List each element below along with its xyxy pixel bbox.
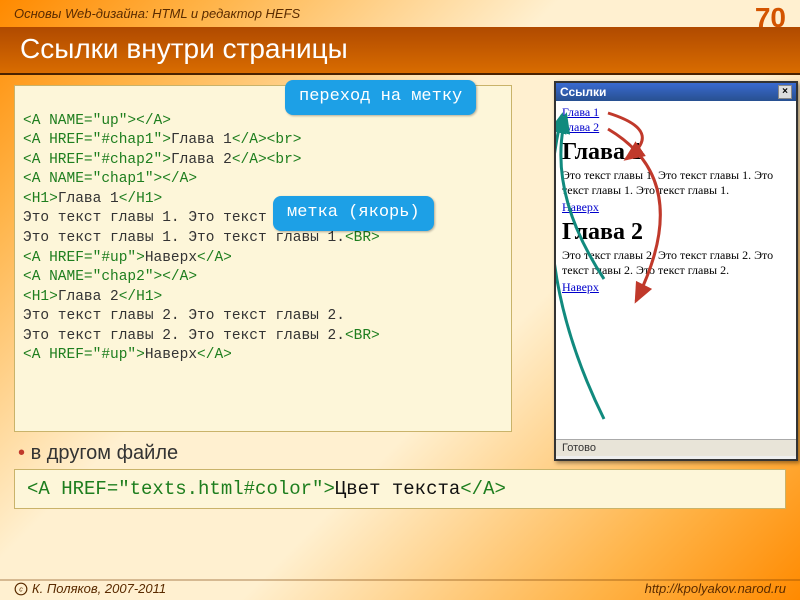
preview-h1-chap2: Глава 2 — [562, 219, 790, 246]
code-block-secondary: <A HREF="texts.html#color">Цвет текста</… — [14, 469, 786, 509]
callout-transition: переход на метку — [285, 80, 476, 115]
browser-title: Ссылки — [560, 85, 606, 99]
callout-anchor: метка (якорь) — [273, 196, 434, 231]
code-block-main: <A NAME="up"></A> <A HREF="#chap1">Глава… — [14, 85, 512, 432]
author-label: c К. Поляков, 2007-2011 — [14, 581, 166, 596]
footer-url: http://kpolyakov.narod.ru — [645, 581, 786, 596]
breadcrumb: Основы Web-дизайна: HTML и редактор HEFS — [0, 0, 800, 27]
copyright-icon: c — [14, 582, 28, 596]
browser-content: Глава 1 Глава 2 Глава 1 Это текст главы … — [556, 101, 796, 439]
preview-link-up1[interactable]: Наверх — [562, 200, 599, 214]
preview-text-chap1: Это текст главы 1. Это текст главы 1. Эт… — [562, 168, 790, 198]
footer: c К. Поляков, 2007-2011 http://kpolyakov… — [0, 579, 800, 596]
page-number: 70 — [755, 2, 786, 34]
preview-h1-chap1: Глава 1 — [562, 139, 790, 166]
page-title: Ссылки внутри страницы — [0, 27, 800, 75]
svg-text:c: c — [19, 586, 23, 593]
preview-text-chap2: Это текст главы 2. Это текст главы 2. Эт… — [562, 248, 790, 278]
browser-titlebar: Ссылки × — [556, 83, 796, 101]
preview-link-chap1[interactable]: Глава 1 — [562, 105, 599, 119]
preview-link-chap2[interactable]: Глава 2 — [562, 120, 599, 134]
browser-preview: Ссылки × Глава 1 Глава 2 Глава 1 Это тек… — [554, 81, 798, 461]
browser-statusbar: Готово — [556, 439, 796, 456]
close-icon[interactable]: × — [778, 85, 792, 99]
preview-link-up2[interactable]: Наверх — [562, 280, 599, 294]
